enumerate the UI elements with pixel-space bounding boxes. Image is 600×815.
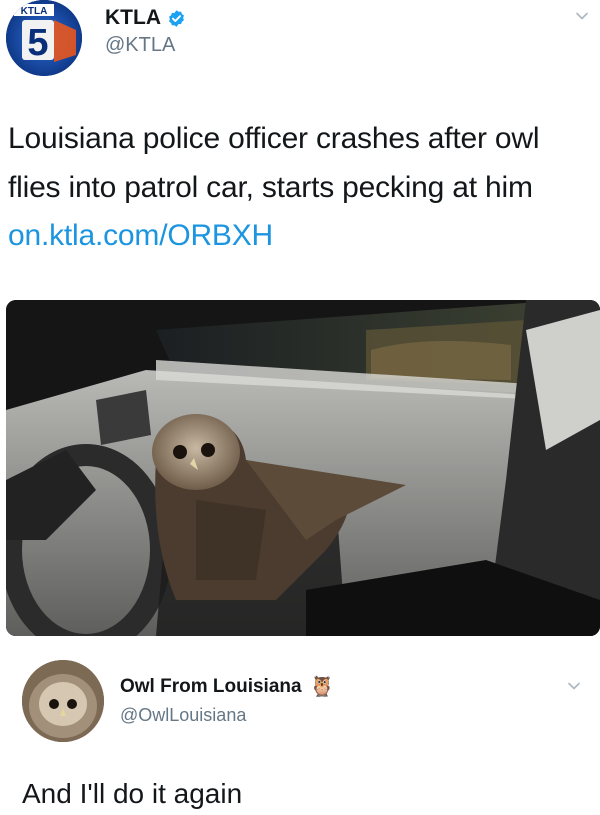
author-display-name[interactable]: KTLA bbox=[105, 6, 161, 30]
reply-text: And I'll do it again bbox=[22, 778, 243, 809]
tweet-body: Louisiana police officer crashes after o… bbox=[8, 122, 540, 204]
author-handle[interactable]: @KTLA bbox=[105, 34, 186, 57]
avatar-label: KTLA bbox=[21, 6, 48, 17]
ktla-logo-icon: KTLA 5 bbox=[6, 0, 82, 76]
owl-emoji-icon: 🦉 bbox=[309, 676, 335, 698]
reply-author-block[interactable]: Owl From Louisiana 🦉 @OwlLouisiana bbox=[120, 674, 334, 726]
author-block[interactable]: KTLA @KTLA bbox=[105, 6, 186, 57]
owl-photo-illustration bbox=[6, 300, 600, 636]
chevron-down-icon[interactable] bbox=[574, 8, 590, 24]
avatar-number: 5 bbox=[27, 22, 48, 64]
tweet-text: Louisiana police officer crashes after o… bbox=[8, 115, 593, 261]
owl-in-patrol-car-photo[interactable] bbox=[6, 300, 600, 636]
verified-badge-icon bbox=[169, 9, 184, 27]
owl-avatar-icon bbox=[22, 660, 104, 742]
ktla-avatar[interactable]: KTLA 5 bbox=[6, 0, 82, 76]
tweet-link[interactable]: on.ktla.com/ORBXH bbox=[8, 219, 273, 252]
reply-chevron-down-icon[interactable] bbox=[566, 678, 582, 694]
reply-display-name[interactable]: Owl From Louisiana bbox=[120, 676, 302, 698]
owl-avatar[interactable] bbox=[22, 660, 104, 742]
reply-handle[interactable]: @OwlLouisiana bbox=[120, 705, 334, 726]
